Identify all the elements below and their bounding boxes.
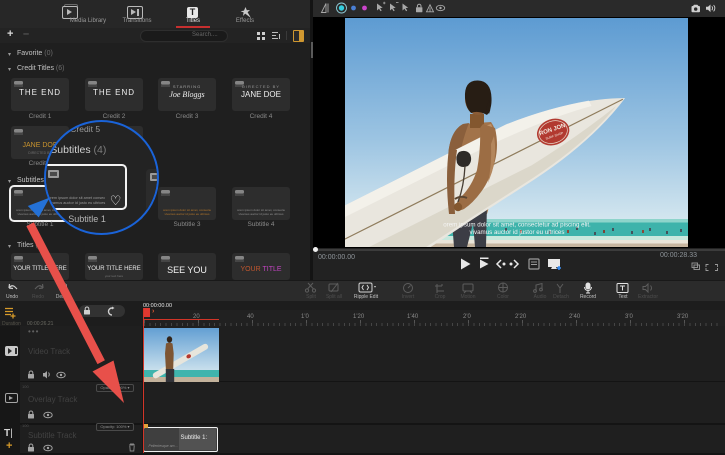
svg-text:Record: Record	[580, 294, 596, 300]
svg-text:vivamus auctor id justor eu ul: vivamus auctor id justor eu ultrices	[470, 229, 565, 236]
svg-text:orem ipsum dolor sit amet, co: orem ipsum dolor sit amet, consectetur a…	[443, 221, 591, 228]
svg-text:Crop: Crop	[435, 294, 446, 300]
svg-text:Split all: Split all	[326, 294, 342, 300]
svg-text:Undo: Undo	[6, 294, 18, 300]
svg-text:Split: Split	[306, 294, 316, 300]
svg-text:Text: Text	[618, 294, 628, 300]
svg-text:Redo: Redo	[32, 294, 44, 300]
svg-text:Motion: Motion	[460, 294, 475, 300]
svg-text:Color: Color	[497, 294, 509, 300]
svg-text:Invert: Invert	[402, 294, 415, 300]
svg-text:Audio: Audio	[534, 294, 547, 300]
svg-text:Delete: Delete	[56, 294, 71, 300]
svg-text:Extractor: Extractor	[638, 294, 658, 300]
svg-text:Ripple Edit: Ripple Edit	[354, 294, 379, 300]
svg-text:Detach: Detach	[553, 294, 569, 300]
